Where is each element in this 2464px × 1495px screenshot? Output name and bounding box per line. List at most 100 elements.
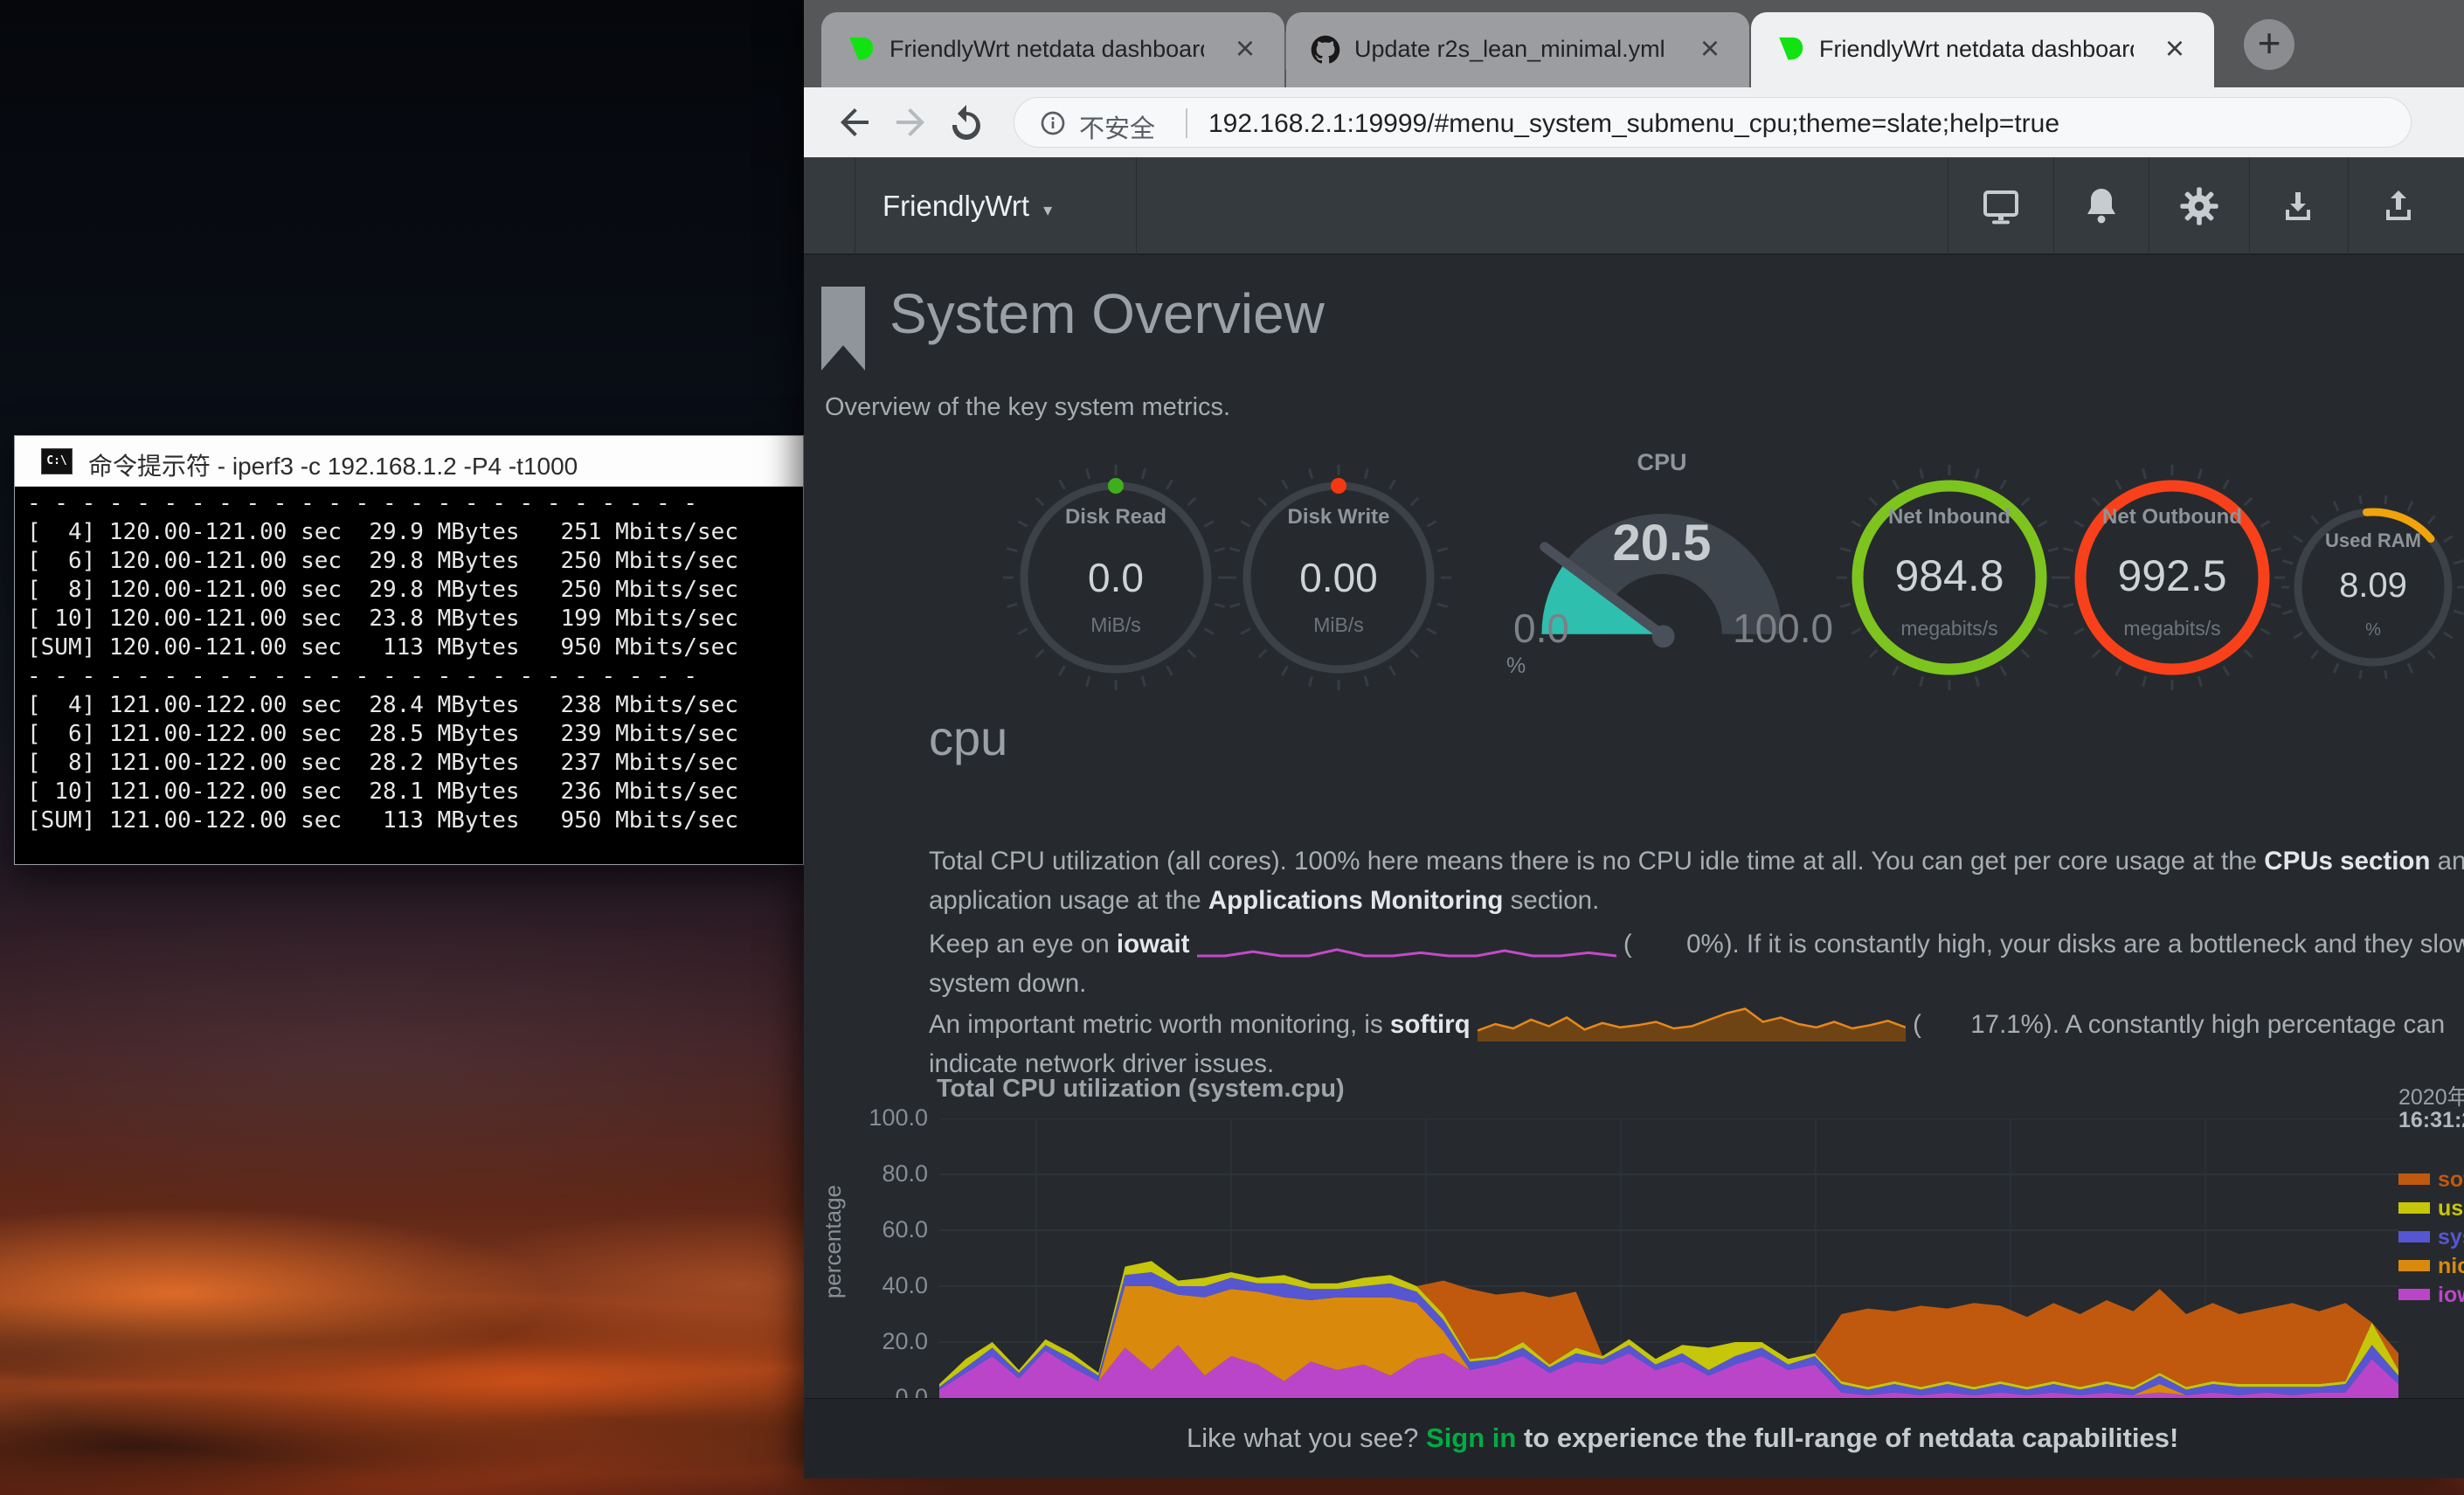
github-icon <box>1311 35 1340 65</box>
print-mode-button[interactable] <box>1980 185 2022 227</box>
legend-item-user[interactable]: user <box>2398 1196 2464 1225</box>
omnibox-divider <box>1186 108 1187 138</box>
tab-github[interactable]: Update r2s_lean_minimal.yml · k × <box>1286 12 1749 87</box>
legend-item-system[interactable]: system <box>2398 1225 2464 1254</box>
netdata-icon <box>1775 35 1805 65</box>
gauge-label: CPU <box>1512 449 1812 476</box>
y-tick: 40.0 <box>882 1272 928 1299</box>
chart-y-axis: 100.080.060.040.020.00.0 <box>855 1104 928 1419</box>
cpu-section-heading: cpu <box>929 709 1007 766</box>
gauge-value: 984.8 <box>1836 550 2063 601</box>
terminal-line: [ 8] 121.00-122.00 sec 28.2 MBytes 237 M… <box>27 749 803 778</box>
iowait-sparkline[interactable] <box>1197 924 1616 963</box>
terminal-line: [SUM] 121.00-122.00 sec 113 MBytes 950 M… <box>27 806 803 835</box>
terminal-line: [SUM] 120.00-121.00 sec 113 MBytes 950 M… <box>27 633 803 662</box>
softirq-sparkline[interactable] <box>1478 1003 1906 1043</box>
tab-title: FriendlyWrt netdata dashboard <box>1819 36 2134 63</box>
tab-close-button[interactable]: × <box>1225 30 1265 70</box>
browser-window: FriendlyWrt netdata dashboard × Update r… <box>804 0 2464 1478</box>
import-button[interactable] <box>2277 185 2319 227</box>
signin-link[interactable]: Sign in <box>1426 1422 1516 1453</box>
terminal-line: - - - - - - - - - - - - - - - - - - - - … <box>27 489 803 518</box>
gauge-unit: megabits/s <box>1836 617 2063 640</box>
bell-icon <box>2080 185 2122 227</box>
tab-strip: FriendlyWrt netdata dashboard × Update r… <box>804 0 2464 87</box>
terminal-line: [ 10] 121.00-122.00 sec 28.1 MBytes 236 … <box>27 778 803 806</box>
browser-toolbar: 不安全 192.168.2.1:19999/#menu_system_subme… <box>804 87 2464 157</box>
cpu-utilization-chart[interactable] <box>939 1118 2398 1398</box>
chart-legend: softirqusersystemniceiowait <box>2398 1167 2464 1312</box>
tab-netdata-1[interactable]: FriendlyWrt netdata dashboard × <box>821 12 1284 87</box>
cpu-paragraph-2: Keep an eye on iowait (0%). If it is con… <box>929 924 2464 1003</box>
alarms-button[interactable] <box>2080 185 2122 227</box>
terminal-line: [ 4] 120.00-121.00 sec 29.9 MBytes 251 M… <box>27 518 803 547</box>
chart-date: 2020年3 <box>2398 1080 2464 1111</box>
page-title: System Overview <box>889 281 1325 346</box>
gauge-value: 0.0 <box>1002 554 1229 601</box>
footer-bar: Like what you see? Sign in to experience… <box>804 1398 2464 1478</box>
gauge-label: Disk Write <box>1225 505 1452 529</box>
terminal-line: [ 10] 120.00-121.00 sec 23.8 MBytes 199 … <box>27 605 803 633</box>
info-icon[interactable] <box>1039 109 1067 137</box>
netdata-icon <box>846 35 876 65</box>
y-tick: 100.0 <box>869 1104 928 1132</box>
omnibox[interactable]: 不安全 192.168.2.1:19999/#menu_system_subme… <box>1014 97 2412 148</box>
gauge-unit: MiB/s <box>1002 613 1229 637</box>
tab-close-button[interactable]: × <box>2155 30 2195 70</box>
cpus-link[interactable]: CPUs section <box>2264 847 2430 876</box>
bookmark-icon <box>821 287 865 370</box>
gear-icon <box>2178 185 2220 227</box>
softirq-value: 17.1% <box>1921 1005 2044 1044</box>
legend-item-nice[interactable]: nice <box>2398 1254 2464 1283</box>
applications-monitoring-link[interactable]: Applications Monitoring <box>1208 886 1504 915</box>
tab-title: Update r2s_lean_minimal.yml · k <box>1354 36 1669 63</box>
gauge-unit: megabits/s <box>2059 617 2286 640</box>
y-tick: 80.0 <box>882 1160 928 1187</box>
legend-item-iowait[interactable]: iowait <box>2398 1283 2464 1312</box>
terminal-line: - - - - - - - - - - - - - - - - - - - - … <box>27 662 803 691</box>
upload-icon <box>2377 185 2419 227</box>
y-tick: 20.0 <box>882 1328 928 1355</box>
terminal-line: [ 8] 120.00-121.00 sec 29.8 MBytes 250 M… <box>27 576 803 605</box>
url-text[interactable]: 192.168.2.1:19999/#menu_system_submenu_c… <box>1208 109 2059 139</box>
y-tick: 60.0 <box>882 1216 928 1243</box>
terminal-body: - - - - - - - - - - - - - - - - - - - - … <box>15 487 803 864</box>
cpu-paragraph-1: Total CPU utilization (all cores). 100% … <box>929 841 2464 920</box>
gauge-unit: % <box>1506 654 1526 679</box>
settings-button[interactable] <box>2178 185 2220 227</box>
forward-button[interactable] <box>889 101 931 143</box>
chart-title: Total CPU utilization (system.cpu) <box>937 1075 1345 1104</box>
gauge-value: 0.00 <box>1225 554 1452 601</box>
new-tab-button[interactable]: + <box>2244 19 2294 70</box>
cmd-icon: C:\ <box>41 448 73 474</box>
tab-close-button[interactable]: × <box>1690 30 1730 70</box>
terminal-line: [ 6] 120.00-121.00 sec 29.8 MBytes 250 M… <box>27 547 803 576</box>
page-subtitle: Overview of the key system metrics. <box>825 393 1230 422</box>
reload-button[interactable] <box>945 101 987 143</box>
back-button[interactable] <box>834 101 876 143</box>
terminal-line: [ 4] 121.00-122.00 sec 28.4 MBytes 238 M… <box>27 691 803 720</box>
gauge-unit: MiB/s <box>1225 613 1452 637</box>
terminal-title: 命令提示符 - iperf3 -c 192.168.1.2 -P4 -t1000 <box>88 447 578 482</box>
gauge-min: 0.0 <box>1513 605 1569 652</box>
gauge-label: Disk Read <box>1002 505 1229 529</box>
gauge-value: 8.09 <box>2281 566 2464 606</box>
download-icon <box>2277 185 2319 227</box>
caret-down-icon: ▾ <box>1043 201 1052 220</box>
tab-title: FriendlyWrt netdata dashboard <box>889 36 1204 63</box>
terminal-window: C:\ 命令提示符 - iperf3 -c 192.168.1.2 -P4 -t… <box>14 435 804 865</box>
chart-y-axis-label: percentage <box>820 1185 847 1298</box>
brand-dropdown[interactable]: FriendlyWrt▾ <box>882 157 1052 255</box>
legend-item-softirq[interactable]: softirq <box>2398 1167 2464 1196</box>
monitor-icon <box>1980 185 2022 227</box>
terminal-titlebar[interactable]: C:\ 命令提示符 - iperf3 -c 192.168.1.2 -P4 -t… <box>15 436 803 487</box>
gauge-label: Used RAM <box>2281 529 2464 552</box>
iowait-value: 0% <box>1632 924 1724 964</box>
gauge-unit: % <box>2281 620 2464 640</box>
export-button[interactable] <box>2377 185 2419 227</box>
gauge-max: 100.0 <box>1733 605 1833 652</box>
gauge-label: Net Inbound <box>1836 505 2063 529</box>
tab-netdata-2-active[interactable]: FriendlyWrt netdata dashboard × <box>1751 12 2214 87</box>
footer-text: Like what you see? Sign in to experience… <box>1187 1422 2178 1454</box>
terminal-line: [ 6] 121.00-122.00 sec 28.5 MBytes 239 M… <box>27 720 803 749</box>
